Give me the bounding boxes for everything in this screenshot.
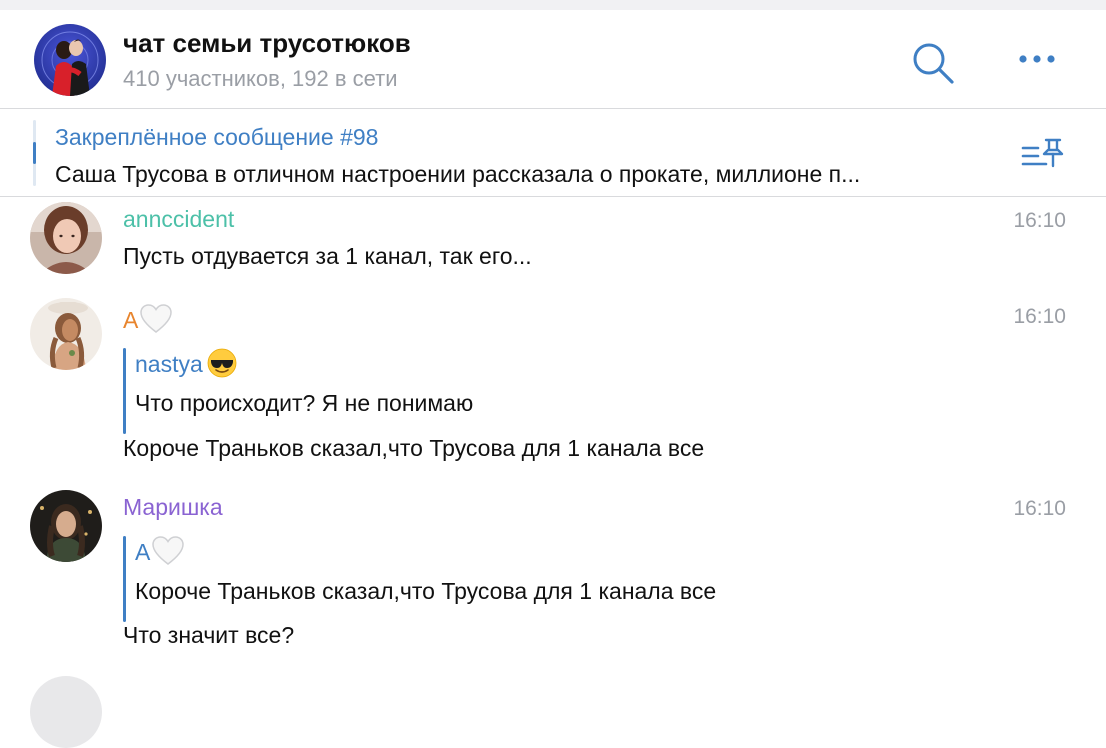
chat-avatar[interactable] bbox=[34, 24, 106, 96]
sunglasses-emoji-icon bbox=[207, 348, 237, 378]
chat-header: чат семьи трусотюков 410 участников, 192… bbox=[0, 10, 1106, 108]
reply-author-name: nastya bbox=[135, 351, 203, 377]
reply-author: nastya bbox=[135, 348, 237, 378]
message-author[interactable]: Маришка bbox=[123, 494, 223, 521]
message-text: Короче Траньков сказал,что Трусова для 1… bbox=[123, 435, 705, 461]
reply-author: А bbox=[135, 536, 185, 566]
message-time: 16:10 bbox=[1013, 209, 1066, 232]
top-strip bbox=[0, 0, 1106, 10]
pinned-divider bbox=[0, 196, 1106, 197]
white-heart-icon bbox=[140, 304, 173, 334]
chat-member-count: 410 участников, 192 в сети bbox=[123, 66, 398, 91]
avatar[interactable] bbox=[30, 490, 102, 562]
reply-author-name: А bbox=[135, 539, 151, 565]
pinned-title: Закреплённое сообщение #98 bbox=[55, 124, 379, 150]
reply-text: Что происходит? Я не понимаю bbox=[135, 390, 474, 416]
pinned-message-bar[interactable]: Закреплённое сообщение #98 Саша Трусова … bbox=[0, 110, 1106, 196]
reply-quote[interactable]: А Короче Траньков сказал,что Трусова для… bbox=[123, 536, 883, 622]
pinned-indicator bbox=[33, 142, 36, 164]
author-name: А bbox=[123, 307, 139, 333]
pinned-text: Саша Трусова в отличном настроении расск… bbox=[55, 161, 861, 187]
header-divider bbox=[0, 108, 1106, 109]
avatar[interactable] bbox=[30, 298, 102, 370]
message-author[interactable]: А bbox=[123, 304, 173, 334]
avatar[interactable] bbox=[30, 676, 102, 748]
message-text: Пусть отдувается за 1 канал, так его... bbox=[123, 243, 532, 269]
message-author[interactable]: annccident bbox=[123, 206, 234, 233]
reply-text: Короче Траньков сказал,что Трусова для 1… bbox=[135, 578, 717, 604]
more-options-icon[interactable] bbox=[1016, 44, 1060, 74]
chat-title: чат семьи трусотюков bbox=[123, 28, 411, 58]
author-name: annccident bbox=[123, 206, 235, 232]
reply-bar bbox=[123, 348, 126, 434]
search-icon[interactable] bbox=[910, 40, 956, 86]
message-text: Что значит все? bbox=[123, 622, 295, 648]
message-time: 16:10 bbox=[1013, 497, 1066, 520]
reply-quote[interactable]: nastya Что происходит? Я не понимаю bbox=[123, 348, 883, 434]
white-heart-icon bbox=[152, 536, 185, 566]
pinned-list-icon[interactable] bbox=[1020, 136, 1068, 176]
message-time: 16:10 bbox=[1013, 305, 1066, 328]
author-name: Маришка bbox=[123, 494, 223, 520]
avatar[interactable] bbox=[30, 202, 102, 274]
reply-bar bbox=[123, 536, 126, 622]
